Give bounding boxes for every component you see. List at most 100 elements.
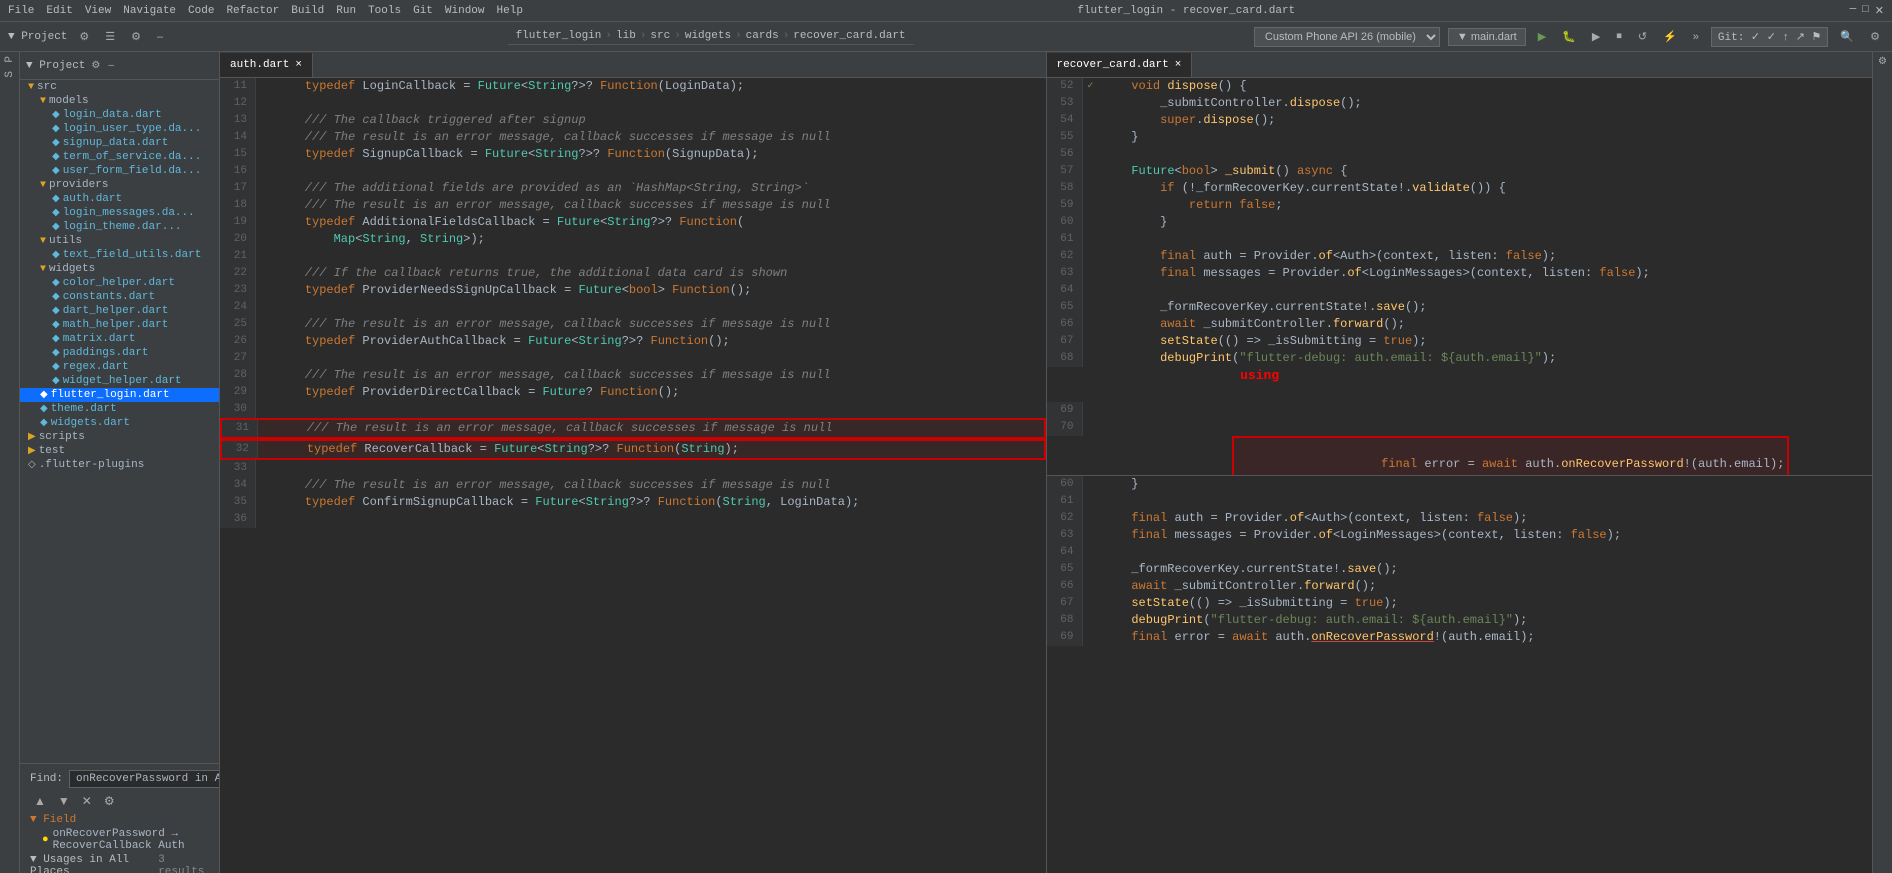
right-lower-editor[interactable]: 60 } 61 62 (1047, 476, 1873, 873)
menu-file[interactable]: File (8, 5, 34, 17)
find-next-btn[interactable]: ▼ (54, 792, 74, 810)
search-everywhere-btn[interactable]: 🔍 (1836, 28, 1858, 45)
toolbar-list-btn[interactable]: ☰ (101, 28, 119, 45)
menu-code[interactable]: Code (188, 5, 214, 17)
menu-navigate[interactable]: Navigate (123, 5, 176, 17)
file-icon-plugins: ◇ (28, 459, 36, 471)
tree-item-matrix[interactable]: ◆ matrix.dart (20, 332, 219, 346)
menu-run[interactable]: Run (336, 5, 356, 17)
sidebar-settings[interactable]: ⚙ (89, 60, 102, 71)
tree-item-user-form[interactable]: ◆ user_form_field.da... (20, 164, 219, 178)
tree-item-signup-data[interactable]: ◆ signup_data.dart (20, 136, 219, 150)
find-prev-btn[interactable]: ▲ (30, 792, 50, 810)
tree-item-flutter-plugins[interactable]: ◇ .flutter-plugins (20, 458, 219, 472)
r-line-54: 54 super.dispose(); (1047, 112, 1873, 129)
menu-build[interactable]: Build (291, 5, 324, 17)
settings-btn[interactable]: ⚙ (1866, 28, 1884, 45)
tree-item-login-theme[interactable]: ◆ login_theme.dar... (20, 220, 219, 234)
tree-item-constants[interactable]: ◆ constants.dart (20, 290, 219, 304)
tab-auth-close[interactable]: × (295, 59, 302, 71)
hot-reload-btn[interactable]: ⚡ (1659, 28, 1681, 45)
result-on-recover[interactable]: ● onRecoverPassword → RecoverCallback Au… (30, 827, 209, 853)
folder-icon-src: ▼ (28, 82, 34, 93)
breadcrumb-src[interactable]: src (650, 30, 670, 42)
tab-auth-dart[interactable]: auth.dart × (220, 53, 313, 77)
menu-tools[interactable]: Tools (368, 5, 401, 17)
tab-recover-card[interactable]: recover_card.dart × (1047, 53, 1193, 77)
tree-item-utils[interactable]: ▼ utils (20, 234, 219, 248)
tree-item-dart-helper[interactable]: ◆ dart_helper.dart (20, 304, 219, 318)
menu-window[interactable]: Window (445, 5, 485, 17)
right-icon-1[interactable]: ⚙ (1878, 56, 1887, 68)
tree-item-math-helper[interactable]: ◆ math_helper.dart (20, 318, 219, 332)
window-controls[interactable]: ─ □ ✕ (1850, 4, 1884, 18)
tab-recover-close[interactable]: × (1175, 59, 1182, 71)
sidebar-collapse[interactable]: – (106, 60, 116, 71)
tree-item-widgets-dart[interactable]: ◆ widgets.dart (20, 416, 219, 430)
result-usages[interactable]: ▼ Usages in All Places 3 results (30, 853, 209, 873)
device-selector[interactable]: Custom Phone API 26 (mobile) (1254, 27, 1440, 47)
reload-btn[interactable]: ↺ (1634, 28, 1651, 45)
menu-help[interactable]: Help (497, 5, 523, 17)
rl-line-66: 66 await _submitController.forward(); (1047, 578, 1873, 595)
result-field[interactable]: ▼ Field (30, 813, 209, 827)
tree-item-textfield-utils[interactable]: ◆ text_field_utils.dart (20, 248, 219, 262)
run-main-dropdown[interactable]: ▼ main.dart (1448, 28, 1526, 46)
more-btn[interactable]: » (1689, 29, 1703, 45)
project-icon[interactable]: P (4, 56, 16, 63)
breadcrumb-file[interactable]: recover_card.dart (793, 30, 905, 42)
main-toolbar: ▼ Project ⚙ ☰ ⚙ – flutter_login › lib › … (0, 22, 1892, 52)
tree-item-flutter-login[interactable]: ◆ flutter_login.dart (20, 388, 219, 402)
tree-item-auth[interactable]: ◆ auth.dart (20, 192, 219, 206)
tree-item-src[interactable]: ▼ src (20, 80, 219, 94)
breadcrumb-widgets[interactable]: widgets (685, 30, 731, 42)
tree-item-login-data[interactable]: ◆ login_data.dart (20, 108, 219, 122)
tree-item-theme[interactable]: ◆ theme.dart (20, 402, 219, 416)
coverage-btn[interactable]: ▶ (1588, 28, 1604, 45)
tree-item-providers[interactable]: ▼ providers (20, 178, 219, 192)
close-btn[interactable]: ✕ (1875, 4, 1884, 18)
find-close-x[interactable]: ✕ (78, 792, 96, 810)
run-btn[interactable]: ▶ (1534, 28, 1550, 45)
right-upper-editor[interactable]: 52 ✓ void dispose() { 53 _submitControll… (1047, 78, 1873, 476)
right-toolbar: ⚙ (1872, 52, 1892, 873)
tree-item-regex[interactable]: ◆ regex.dart (20, 360, 219, 374)
dart-icon: ◆ (40, 417, 48, 429)
structure-icon[interactable]: S (4, 71, 16, 78)
r-line-56: 56 (1047, 146, 1873, 163)
tree-item-scripts[interactable]: ▶ scripts (20, 430, 219, 444)
toolbar-settings-btn[interactable]: ⚙ (75, 28, 93, 45)
find-input[interactable] (69, 770, 220, 788)
tree-item-models[interactable]: ▼ models (20, 94, 219, 108)
toolbar-minimize-btn[interactable]: – (153, 29, 167, 45)
tree-item-widget-helper[interactable]: ◆ widget_helper.dart (20, 374, 219, 388)
left-editor-tabs: auth.dart × (220, 52, 1046, 78)
tree-item-test[interactable]: ▶ test (20, 444, 219, 458)
tree-item-paddings[interactable]: ◆ paddings.dart (20, 346, 219, 360)
left-code-scroll[interactable]: 11 typedef LoginCallback = Future<String… (220, 78, 1046, 873)
rl-line-65: 65 _formRecoverKey.currentState!.save(); (1047, 561, 1873, 578)
breadcrumb-lib[interactable]: lib (616, 30, 636, 42)
menu-bar[interactable]: File Edit View Navigate Code Refactor Bu… (8, 5, 523, 17)
menu-edit[interactable]: Edit (46, 5, 72, 17)
tree-item-term-service[interactable]: ◆ term_of_service.da... (20, 150, 219, 164)
stop-btn[interactable]: ⏹ (1612, 28, 1626, 45)
tree-item-widgets-folder[interactable]: ▼ widgets (20, 262, 219, 276)
tree-item-login-user-type[interactable]: ◆ login_user_type.da... (20, 122, 219, 136)
folder-icon-providers: ▼ (40, 180, 46, 191)
menu-git[interactable]: Git (413, 5, 433, 17)
tree-item-color-helper[interactable]: ◆ color_helper.dart (20, 276, 219, 290)
sidebar-title: ▼ Project (26, 60, 85, 72)
toolbar-gear-btn[interactable]: ⚙ (127, 28, 145, 45)
breadcrumb-cards[interactable]: cards (746, 30, 779, 42)
minimize-btn[interactable]: ─ (1850, 4, 1857, 18)
breadcrumb-flutter-login[interactable]: flutter_login (516, 30, 602, 42)
menu-refactor[interactable]: Refactor (226, 5, 279, 17)
recover-field-icon: ● (42, 834, 49, 846)
debug-btn[interactable]: 🐛 (1558, 28, 1580, 45)
maximize-btn[interactable]: □ (1862, 4, 1869, 18)
menu-view[interactable]: View (85, 5, 111, 17)
code-line-35: 35 typedef ConfirmSignupCallback = Futur… (220, 494, 1046, 511)
tree-item-login-messages[interactable]: ◆ login_messages.da... (20, 206, 219, 220)
find-settings-btn[interactable]: ⚙ (100, 792, 119, 810)
